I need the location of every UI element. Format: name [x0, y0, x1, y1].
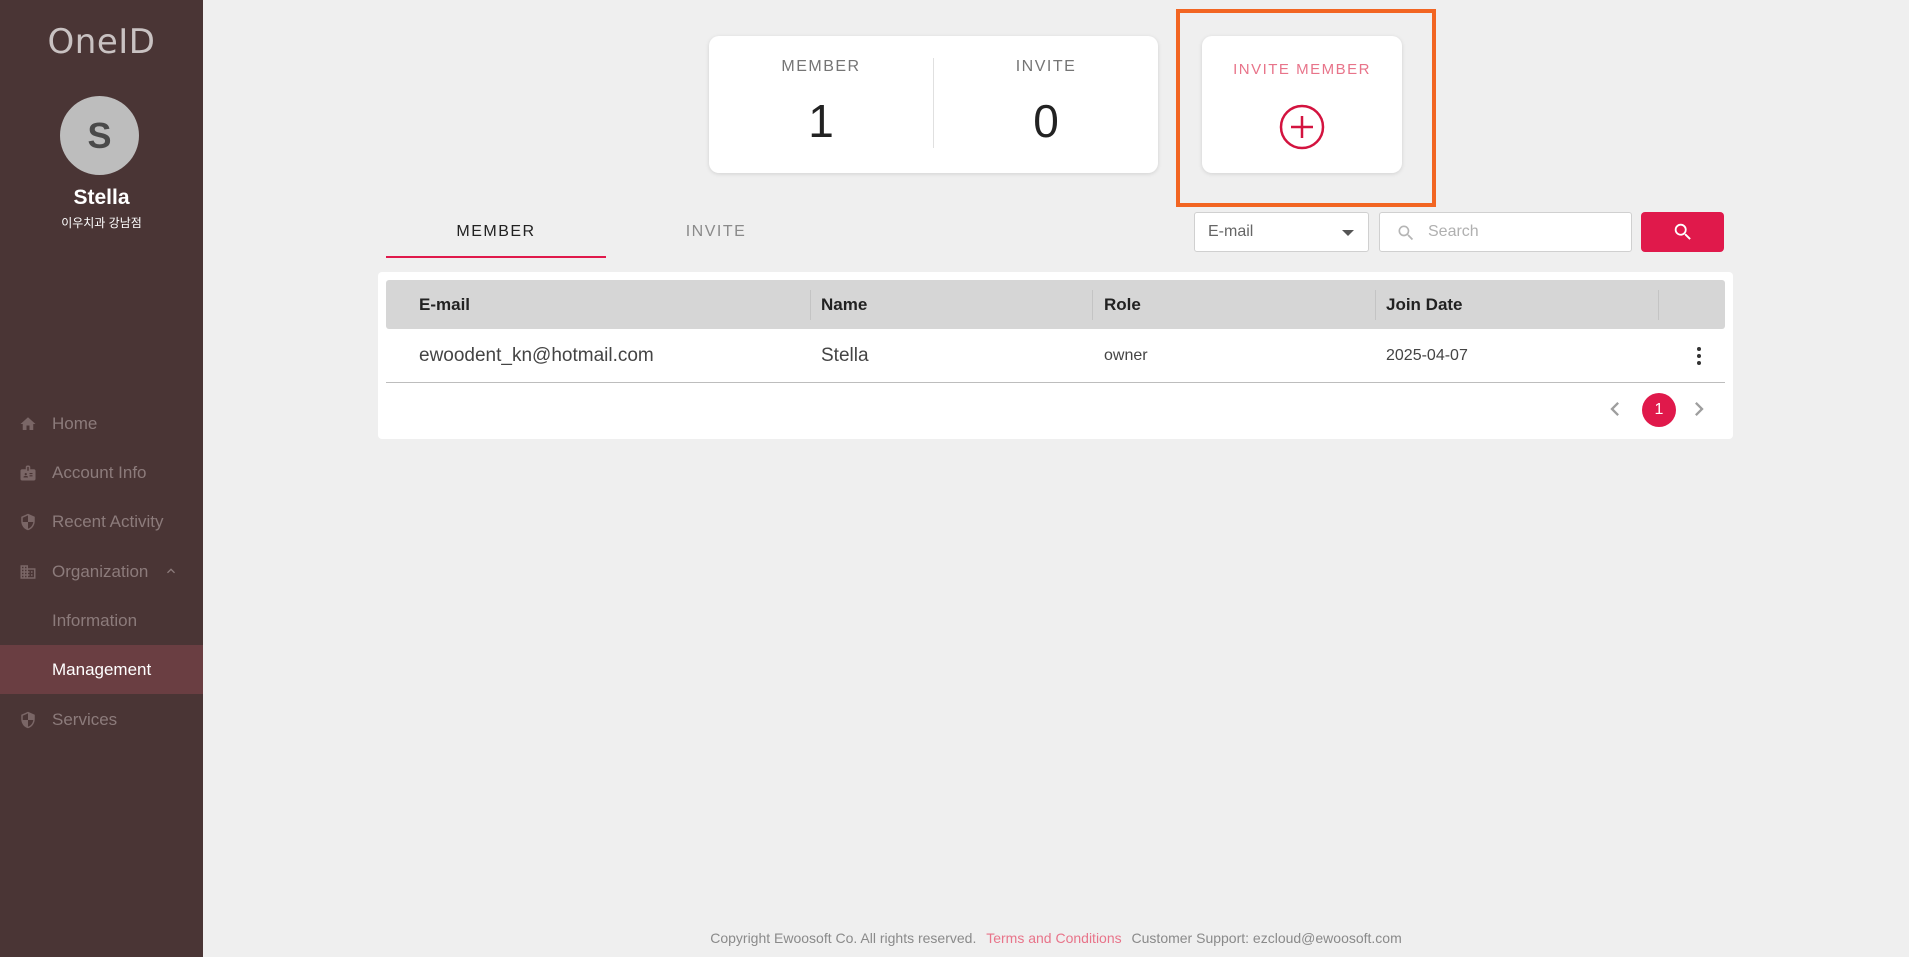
- chevron-left-icon[interactable]: [1601, 395, 1629, 423]
- caret-down-icon: [1342, 230, 1354, 236]
- column-divider: [1375, 290, 1376, 320]
- user-organization: 이우치과 강남점: [61, 216, 142, 230]
- footer-copyright: Copyright Ewoosoft Co. All rights reserv…: [710, 930, 977, 946]
- search-icon: [1398, 225, 1414, 241]
- sidebar: OneID S Stella 이우치과 강남점 Home Account Inf…: [0, 0, 203, 957]
- member-stat-label: MEMBER: [781, 58, 861, 75]
- sidebar-item-label: Account Info: [52, 462, 147, 482]
- invite-stat-label: INVITE: [1015, 58, 1077, 75]
- home-icon: [18, 414, 38, 434]
- cell-role: owner: [1104, 347, 1148, 364]
- avatar[interactable]: S: [60, 96, 139, 175]
- invite-member-label: INVITE MEMBER: [1233, 61, 1371, 78]
- column-divider: [1658, 290, 1659, 320]
- sidebar-item-recent-activity[interactable]: Recent Activity: [0, 497, 203, 546]
- column-header-name[interactable]: Name: [821, 280, 867, 329]
- sidebar-item-management[interactable]: Management: [0, 645, 203, 694]
- search-filter-select[interactable]: E-mail: [1194, 212, 1369, 252]
- cell-join-date: 2025-04-07: [1386, 347, 1468, 364]
- invite-member-button[interactable]: INVITE MEMBER: [1202, 36, 1402, 173]
- table-row[interactable]: ewoodent_kn@hotmail.com Stella owner 202…: [386, 329, 1725, 383]
- sidebar-item-label: Management: [52, 659, 152, 679]
- chevron-right-icon[interactable]: [1685, 395, 1713, 423]
- app-logo[interactable]: OneID: [0, 22, 203, 62]
- column-header-email[interactable]: E-mail: [419, 280, 470, 329]
- sidebar-item-account-info[interactable]: Account Info: [0, 448, 203, 497]
- shield-icon: [18, 512, 38, 532]
- cell-email: ewoodent_kn@hotmail.com: [419, 345, 654, 366]
- search-input[interactable]: [1428, 213, 1623, 251]
- sidebar-item-label: Organization: [52, 561, 149, 581]
- more-vert-icon[interactable]: [1689, 345, 1709, 367]
- sidebar-item-label: Home: [52, 413, 98, 433]
- search-filter-value: E-mail: [1208, 223, 1254, 240]
- chevron-up-icon: [163, 563, 179, 579]
- member-stat: MEMBER 1: [709, 36, 933, 173]
- member-table: E-mail Name Role Join Date ewoodent_kn@h…: [378, 272, 1733, 439]
- sidebar-item-label: Recent Activity: [52, 511, 164, 531]
- cell-name: Stella: [821, 345, 869, 366]
- sidebar-item-organization[interactable]: Organization: [0, 547, 203, 596]
- sidebar-item-label: Information: [52, 610, 138, 630]
- page-button-current[interactable]: 1: [1642, 393, 1676, 427]
- invite-stat: INVITE 0: [934, 36, 1158, 173]
- building-icon: [18, 562, 38, 582]
- footer-support: Customer Support: ezcloud@ewoosoft.com: [1131, 930, 1402, 946]
- invite-count: 0: [1033, 95, 1059, 147]
- search-button[interactable]: [1641, 212, 1724, 252]
- sidebar-item-label: Services: [52, 709, 118, 729]
- add-circle-icon[interactable]: [1279, 104, 1325, 150]
- tab-invite[interactable]: INVITE: [606, 208, 826, 258]
- user-name: Stella: [73, 186, 130, 209]
- sidebar-item-information[interactable]: Information: [0, 596, 203, 645]
- table-header: E-mail Name Role Join Date: [386, 280, 1725, 329]
- member-count: 1: [808, 95, 834, 147]
- column-header-role[interactable]: Role: [1104, 280, 1141, 329]
- sidebar-item-home[interactable]: Home: [0, 399, 203, 448]
- terms-link[interactable]: Terms and Conditions: [986, 930, 1121, 946]
- tab-member[interactable]: MEMBER: [386, 208, 606, 258]
- shield-icon: [18, 710, 38, 730]
- search-icon: [1674, 223, 1691, 240]
- id-card-icon: [18, 463, 38, 483]
- column-divider: [810, 290, 811, 320]
- footer: Copyright Ewoosoft Co. All rights reserv…: [203, 930, 1909, 946]
- sidebar-item-services[interactable]: Services: [0, 695, 203, 744]
- search-box[interactable]: [1379, 212, 1632, 252]
- stats-card: MEMBER 1 INVITE 0: [709, 36, 1158, 173]
- column-header-join-date[interactable]: Join Date: [1386, 280, 1463, 329]
- column-divider: [1092, 290, 1093, 320]
